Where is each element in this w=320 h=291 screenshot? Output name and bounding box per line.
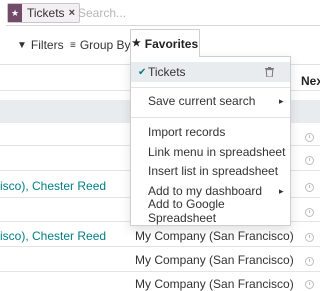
import-records-item[interactable]: Import records [131, 122, 290, 142]
row-divider [0, 271, 320, 272]
search-facet-tickets[interactable]: ★ Tickets × [7, 3, 80, 23]
search-bar: ★ Tickets × [0, 0, 320, 26]
filter-funnel-icon: ▼ [17, 39, 27, 51]
trash-icon[interactable] [265, 67, 274, 77]
filters-label: Filters [30, 38, 64, 52]
caret-right-icon: ▸ [279, 96, 284, 106]
favorites-button[interactable]: ★ Favorites [130, 29, 200, 57]
favorites-dropdown: ✔ Tickets Save current search ▸ Import r… [130, 56, 291, 226]
activity-clock-icon[interactable] [305, 156, 314, 165]
group-by-label: Group By [79, 38, 131, 52]
star-icon: ★ [8, 4, 22, 22]
menu-divider [131, 87, 290, 88]
row-divider [0, 246, 320, 247]
search-input[interactable] [78, 3, 314, 23]
activity-clock-icon[interactable] [305, 280, 314, 289]
activity-clock-icon[interactable] [305, 257, 314, 266]
table-row-company: My Company (San Francisco) [135, 253, 294, 267]
insert-list-spreadsheet-item[interactable]: Insert list in spreadsheet [131, 161, 290, 181]
group-by-button[interactable]: ≡ Group By [70, 34, 131, 56]
add-to-google-spreadsheet-item[interactable]: Add to Google Spreadsheet [131, 197, 290, 225]
check-icon: ✔ [138, 66, 147, 78]
table-row-customer[interactable]: isco), Chester Reed [0, 179, 106, 193]
activity-clock-icon[interactable] [305, 133, 314, 142]
star-icon: ★ [131, 38, 141, 49]
favorite-filter-tickets[interactable]: ✔ Tickets [131, 62, 290, 82]
search-underline [6, 25, 320, 26]
activity-clock-icon[interactable] [305, 233, 314, 242]
facet-label: Tickets [27, 6, 65, 20]
column-header-next[interactable]: Nex [301, 74, 320, 88]
save-current-search-item[interactable]: Save current search ▸ [131, 91, 290, 111]
table-row-company: My Company (San Francisco) [135, 277, 294, 291]
bars-icon: ≡ [70, 39, 76, 51]
caret-right-icon: ▸ [279, 186, 284, 196]
link-menu-spreadsheet-item[interactable]: Link menu in spreadsheet [131, 142, 290, 162]
table-row-company: My Company (San Francisco) [135, 229, 294, 243]
activity-clock-icon[interactable] [305, 208, 314, 217]
table-row-customer[interactable]: isco), Chester Reed [0, 229, 106, 243]
favorite-filter-label: Tickets [148, 65, 186, 79]
favorites-label: Favorites [144, 36, 199, 51]
menu-divider [131, 117, 290, 118]
activity-clock-icon[interactable] [305, 183, 314, 192]
filters-button[interactable]: ▼ Filters [17, 34, 64, 56]
